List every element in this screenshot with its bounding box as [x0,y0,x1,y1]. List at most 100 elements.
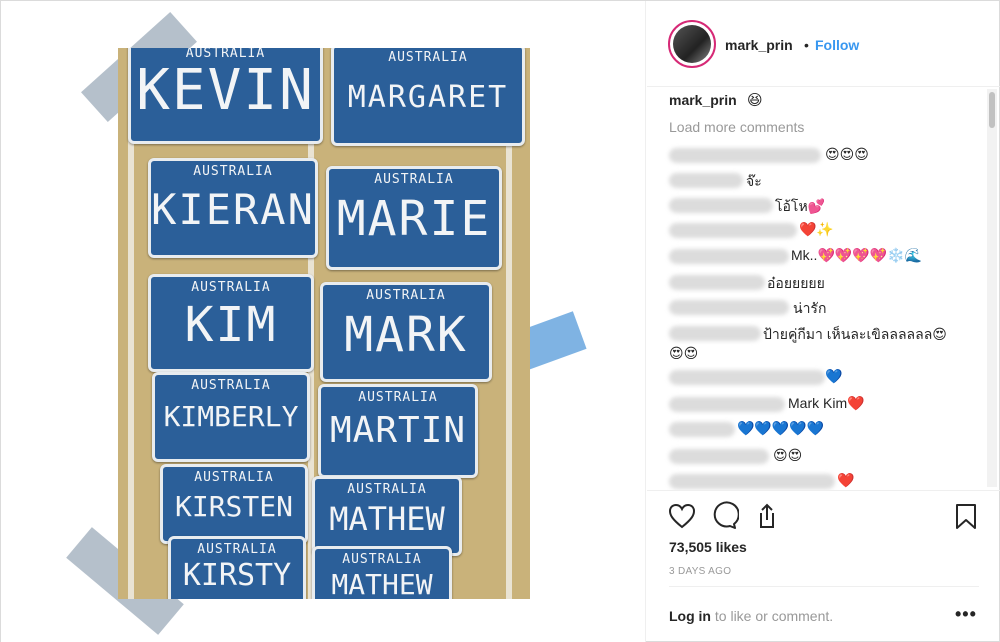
blurred-username[interactable] [669,397,785,412]
comment-row: น่ารัก [669,298,987,316]
login-prompt: Log in to like or comment. [669,608,833,624]
comment-row: 💙 [669,368,987,386]
plate-country: AUSTRALIA [366,288,446,303]
plate-name: MARIE [336,191,492,247]
avatar-image [673,25,711,63]
blurred-username[interactable] [669,300,789,315]
plate-kieran: AUSTRALIA KIERAN [148,158,318,258]
heart-icon[interactable] [667,501,697,531]
plate-country: AUSTRALIA [358,390,438,405]
blurred-username[interactable] [669,148,821,163]
comment-row: 💙💙💙💙💙 [669,420,987,438]
caption-username[interactable]: mark_prin [669,92,737,108]
share-icon[interactable] [752,501,782,531]
comment-text: ❤️ [837,472,855,488]
post-card: AUSTRALIA KEVIN AUSTRALIA MARGARET AUSTR… [0,0,1000,642]
comment-icon[interactable] [709,501,740,531]
plate-name: KIRSTY [182,558,292,593]
post-header: mark_prin • Follow [647,1,1000,87]
post-media: AUSTRALIA KEVIN AUSTRALIA MARGARET AUSTR… [1,1,646,642]
comment-row: 😍😍😍 [669,146,987,164]
bookmark-icon[interactable] [951,501,981,531]
comment-row: Mk..💖💖💖💖❄️🌊 [669,247,987,265]
plate-name: KIERAN [151,185,315,234]
plate-country: AUSTRALIA [191,378,271,393]
plate-country: AUSTRALIA [342,552,422,567]
comment-row: จ๊ะ [669,171,987,189]
plate-country: AUSTRALIA [388,50,468,65]
comment-text: 💙💙💙💙💙 [737,420,825,436]
comments-scrollbar[interactable] [987,89,997,487]
plate-name: MATHEW [331,568,433,599]
divider [669,586,979,587]
blurred-username[interactable] [669,370,825,385]
plate-kimberly: AUSTRALIA KIMBERLY [152,372,310,462]
plate-name: KIRSTEN [174,490,293,523]
separator-dot: • [804,37,809,53]
more-options-icon[interactable]: ••• [955,604,977,625]
comment-row: 😍😍 [669,345,987,363]
comment-row: Mark Kim❤️ [669,395,987,413]
plate-mathew-2: AUSTRALIA MATHEW [312,546,452,599]
comment-row: 😍😍 [669,447,987,465]
plate-kim: AUSTRALIA KIM [148,274,314,372]
comment-row: ❤️ [669,472,987,490]
comment-text: น่ารัก [793,300,827,316]
likes-count[interactable]: 73,505 likes [669,539,747,555]
blurred-username[interactable] [669,223,797,238]
plate-martin: AUSTRALIA MARTIN [318,384,478,478]
comment-text: ป้ายคู่กีมา เห็นละเขิลลลลลล😍 [763,326,947,342]
comment-text: อ๋อยยยยย [767,275,825,291]
post-sidebar: mark_prin • Follow mark_prin 😆 Load more… [647,1,1000,642]
comment-row: ❤️✨ [669,221,987,239]
plate-name: KIMBERLY [163,400,299,433]
comment-text: Mark Kim❤️ [788,395,865,411]
comment-row: โอ้โห💕 [669,196,987,214]
blurred-username[interactable] [669,275,765,290]
plate-kirsty: AUSTRALIA KIRSTY [168,536,306,599]
comment-row: อ๋อยยยยย [669,273,987,291]
comment-text: 😍😍 [669,345,699,361]
header-username[interactable]: mark_prin [725,37,793,53]
blurred-username[interactable] [669,449,769,464]
plate-country: AUSTRALIA [347,482,427,497]
blurred-username[interactable] [669,326,761,341]
plate-kevin: AUSTRALIA KEVIN [128,48,323,144]
avatar[interactable] [668,20,716,68]
comment-text: 😍😍 [773,447,803,463]
plate-name: KEVIN [136,58,315,123]
comment-text: จ๊ะ [746,173,762,189]
caption-text: 😆 [747,92,763,109]
follow-button[interactable]: Follow [815,37,859,53]
blurred-username[interactable] [669,198,773,213]
plate-name: KIM [184,297,278,353]
plate-mathew: AUSTRALIA MATHEW [312,476,462,556]
plate-mark: AUSTRALIA MARK [320,282,492,382]
plate-country: AUSTRALIA [191,280,271,295]
blurred-username[interactable] [669,422,735,437]
plate-name: MARGARET [347,80,509,115]
comment-text: โอ้โห💕 [775,198,826,214]
plate-name: MARTIN [329,410,467,451]
plate-margaret: AUSTRALIA MARGARET [331,48,525,146]
post-timestamp[interactable]: 3 DAYS AGO [669,566,731,577]
plate-country: AUSTRALIA [374,172,454,187]
load-more-comments-button[interactable]: Load more comments [669,119,804,135]
comment-text: Mk..💖💖💖💖❄️🌊 [791,247,923,263]
comments-list[interactable]: mark_prin 😆 Load more comments 😍😍😍 จ๊ะ โ… [647,87,987,490]
plate-kirsten: AUSTRALIA KIRSTEN [160,464,308,544]
comment-text: 😍😍😍 [825,146,869,162]
blurred-username[interactable] [669,173,743,188]
plate-country: AUSTRALIA [197,542,277,557]
plate-marie: AUSTRALIA MARIE [326,166,502,270]
blurred-username[interactable] [669,249,789,264]
post-actions: 73,505 likes 3 DAYS AGO Log in to like o… [647,490,1000,642]
blurred-username[interactable] [669,474,835,489]
plate-country: AUSTRALIA [194,470,274,485]
plate-name: MATHEW [329,500,445,538]
post-photo[interactable]: AUSTRALIA KEVIN AUSTRALIA MARGARET AUSTR… [118,48,530,599]
comment-text: ❤️✨ [799,221,834,237]
scrollbar-thumb[interactable] [989,92,995,128]
plate-country: AUSTRALIA [193,164,273,179]
login-link[interactable]: Log in [669,608,711,624]
